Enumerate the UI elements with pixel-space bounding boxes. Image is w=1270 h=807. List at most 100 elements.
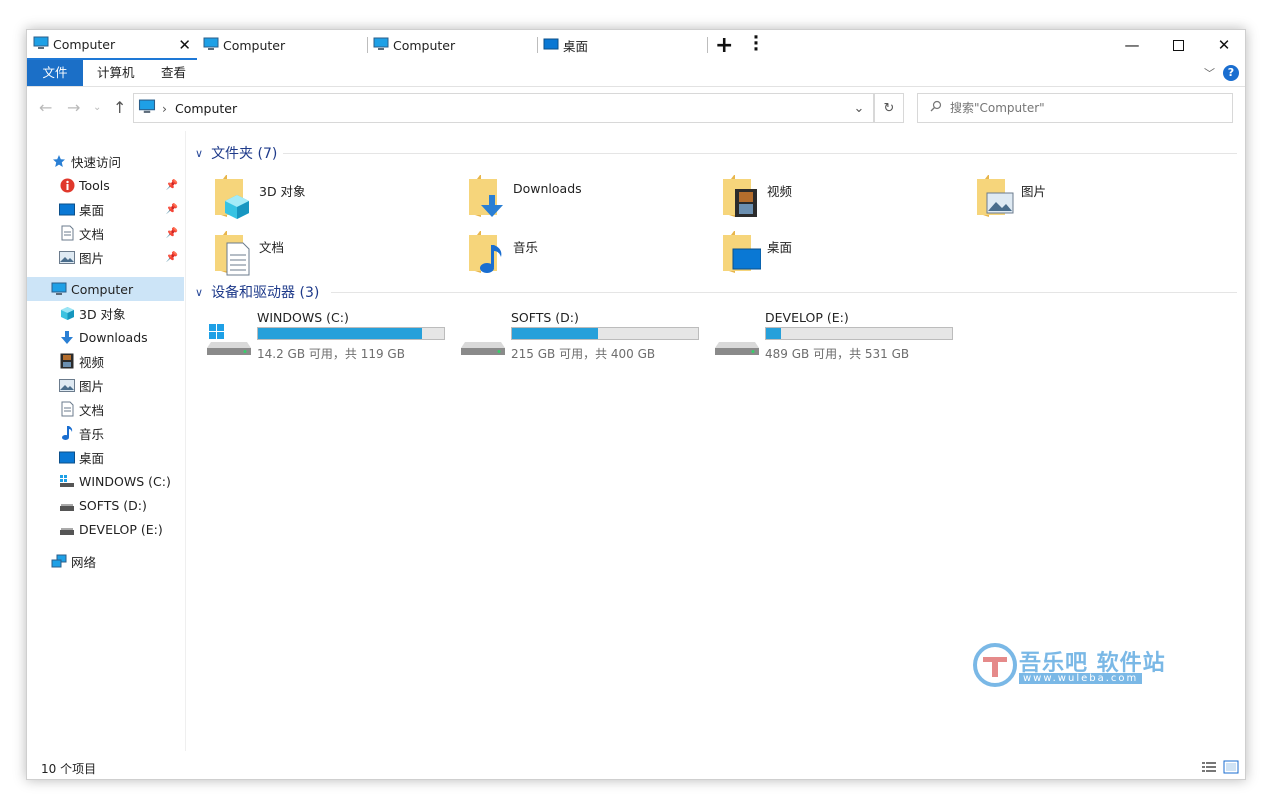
folder-label: 桌面 (767, 240, 793, 255)
breadcrumb[interactable]: Computer (175, 101, 237, 116)
sidebar-item-quick-access[interactable]: 快速访问 (27, 149, 184, 173)
sidebar-item-label: Tools (79, 177, 110, 193)
hard-drive-icon (715, 322, 761, 360)
tab-computer-2[interactable]: Computer (197, 30, 367, 60)
more-options-icon[interactable]: · · · (751, 30, 761, 59)
tab-computer-3[interactable]: Computer (367, 30, 537, 60)
ribbon: 文件 计算机 查看 ﹀ ? (27, 60, 1245, 87)
ribbon-tab-view[interactable]: 查看 (147, 60, 200, 86)
sidebar-item-label: 桌面 (79, 202, 105, 218)
forward-arrow-icon[interactable]: → (67, 98, 80, 117)
sidebar-item-documents-pinned[interactable]: 文档 📌 (27, 221, 184, 245)
folder-label: Downloads (513, 181, 582, 196)
folder-desktop[interactable]: 桌面 (721, 231, 961, 281)
monitor-icon (138, 99, 156, 117)
drive-usage-bar (257, 327, 445, 340)
tab-computer-1[interactable]: Computer ✕ (27, 30, 197, 60)
ribbon-tab-file[interactable]: 文件 (27, 60, 83, 86)
chevron-down-icon[interactable]: ∨ (195, 286, 203, 299)
sidebar-item-label: 音乐 (79, 426, 105, 442)
drive-usage-fill (512, 328, 598, 339)
group-title: 设备和驱动器 (3) (211, 285, 320, 301)
back-arrow-icon[interactable]: ← (39, 98, 52, 117)
sidebar-item-pictures[interactable]: 图片 (27, 373, 184, 397)
pin-icon[interactable]: 📌 (166, 252, 178, 263)
expand-ribbon-icon[interactable]: ﹀ (1204, 65, 1215, 81)
sidebar-item-tools[interactable]: Tools 📌 (27, 173, 184, 197)
help-icon[interactable]: ? (1223, 65, 1239, 81)
tab-label: Computer (53, 36, 116, 52)
sidebar-item-network[interactable]: 网络 (27, 549, 184, 573)
pin-icon[interactable]: 📌 (166, 180, 178, 191)
details-view-icon[interactable] (1201, 760, 1217, 774)
folder-videos[interactable]: 视频 (721, 175, 961, 225)
drive-label: SOFTS (D:) (511, 310, 579, 325)
recent-locations-icon[interactable]: ⌄ (93, 102, 101, 113)
drive-e[interactable]: DEVELOP (E:) 489 GB 可用，共 531 GB (715, 310, 965, 366)
status-bar: 10 个项目 (27, 753, 1245, 781)
download-arrow-icon (59, 329, 75, 345)
sidebar-item-drive-c[interactable]: WINDOWS (C:) (27, 469, 184, 493)
folder-label: 3D 对象 (259, 184, 306, 199)
sidebar-item-music[interactable]: 音乐 (27, 421, 184, 445)
drive-label: DEVELOP (E:) (765, 310, 849, 325)
sidebar-item-drive-d[interactable]: SOFTS (D:) (27, 493, 184, 517)
sidebar-item-computer[interactable]: Computer (27, 277, 184, 301)
minimize-button[interactable]: — (1109, 30, 1155, 60)
folder-label: 文档 (259, 240, 285, 255)
sidebar-item-documents[interactable]: 文档 (27, 397, 184, 421)
drive-d[interactable]: SOFTS (D:) 215 GB 可用，共 400 GB (461, 310, 711, 366)
picture-icon (59, 377, 75, 393)
drive-c[interactable]: WINDOWS (C:) 14.2 GB 可用，共 119 GB (207, 310, 457, 366)
drive-usage-bar (511, 327, 699, 340)
chevron-down-icon[interactable]: ∨ (195, 147, 203, 160)
folder-label: 视频 (767, 184, 793, 199)
folder-3d-objects[interactable]: 3D 对象 (213, 175, 453, 225)
sidebar-item-downloads[interactable]: Downloads (27, 325, 184, 349)
sidebar-item-desktop-pinned[interactable]: 桌面 📌 (27, 197, 184, 221)
search-input[interactable] (948, 100, 1212, 116)
folder-pictures[interactable]: 图片 (975, 175, 1215, 225)
maximize-button[interactable] (1155, 30, 1201, 60)
sidebar-item-pictures-pinned[interactable]: 图片 📌 (27, 245, 184, 269)
music-note-icon (59, 425, 75, 441)
search-box[interactable] (917, 93, 1233, 123)
breadcrumb-chevron-icon[interactable]: › (162, 101, 167, 116)
folder-downloads-icon (467, 175, 507, 221)
folder-music[interactable]: 音乐 (467, 231, 707, 281)
new-tab-icon[interactable]: + (715, 33, 733, 58)
sidebar-item-label: 文档 (79, 226, 105, 242)
tab-desktop[interactable]: 桌面 (537, 30, 707, 60)
sidebar-item-desktop[interactable]: 桌面 (27, 445, 184, 469)
group-header-drives[interactable]: ∨ 设备和驱动器 (3) (195, 282, 319, 302)
group-header-folders[interactable]: ∨ 文件夹 (7) (195, 143, 277, 163)
sidebar-item-label: 3D 对象 (79, 306, 126, 322)
large-icons-view-icon[interactable] (1223, 760, 1239, 774)
close-window-button[interactable]: ✕ (1201, 30, 1247, 60)
maximize-icon (1172, 39, 1184, 51)
sidebar-item-label: 图片 (79, 250, 105, 266)
address-bar[interactable]: › Computer (133, 93, 874, 123)
hard-drive-icon (461, 322, 507, 360)
close-tab-icon[interactable]: ✕ (178, 36, 191, 54)
sidebar-item-label: 文档 (79, 402, 105, 418)
sidebar-item-videos[interactable]: 视频 (27, 349, 184, 373)
sidebar-item-drive-e[interactable]: DEVELOP (E:) (27, 517, 184, 541)
sidebar-item-3d-objects[interactable]: 3D 对象 (27, 301, 184, 325)
tab-separator (707, 37, 708, 53)
monitor-icon (203, 37, 219, 54)
ribbon-tab-computer[interactable]: 计算机 (83, 60, 149, 86)
tab-label: 桌面 (563, 38, 589, 54)
pin-icon[interactable]: 📌 (166, 228, 178, 239)
folder-label: 图片 (1021, 184, 1047, 199)
refresh-icon[interactable]: ↻ (874, 93, 904, 123)
monitor-icon (51, 281, 67, 297)
tab-label: Computer (223, 37, 286, 53)
pin-icon[interactable]: 📌 (166, 204, 178, 215)
address-dropdown-icon[interactable]: ⌄ (844, 94, 874, 122)
up-arrow-icon[interactable]: ↑ (113, 98, 126, 117)
navigation-pane: 快速访问 Tools 📌 桌面 📌 文档 📌 图片 📌 Computer 3D … (27, 131, 186, 751)
folder-documents[interactable]: 文档 (213, 231, 453, 281)
folder-pictures-icon (975, 175, 1015, 221)
folder-downloads[interactable]: Downloads (467, 175, 707, 225)
